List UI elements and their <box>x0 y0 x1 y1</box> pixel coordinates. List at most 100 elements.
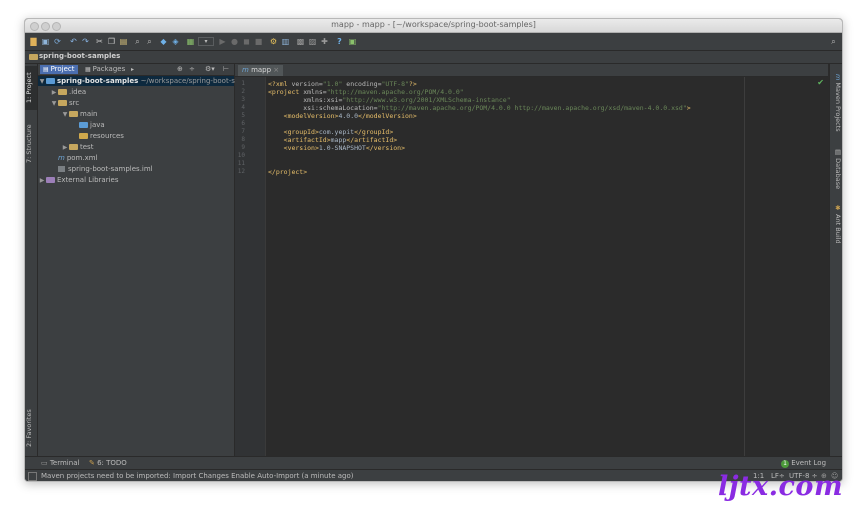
code-token: 4.0.0 <box>338 112 359 120</box>
project-panel: ▤ Project ▦ Packages ▸ ⊕ ÷ ⚙▾ ⊢ ▼ spring-… <box>38 64 235 456</box>
tree-item-src[interactable]: ▼ src <box>38 98 246 108</box>
tab-structure[interactable]: 7: Structure <box>25 116 37 172</box>
tab-database[interactable]: ▤ Database <box>831 148 842 189</box>
breadcrumb-project[interactable]: spring-boot-samples <box>39 52 120 60</box>
tab-packages-view[interactable]: ▦ Packages <box>82 65 128 74</box>
project-panel-header: ▤ Project ▦ Packages ▸ ⊕ ÷ ⚙▾ ⊢ <box>38 64 234 76</box>
close-tab-icon[interactable]: × <box>273 66 279 74</box>
hide-panel-icon[interactable]: ⊢ <box>220 65 232 74</box>
todo-icon: ✎ <box>89 459 98 467</box>
tab-event-log[interactable]: 1 Event Log <box>781 458 826 468</box>
search-icon[interactable]: ⌕ <box>829 37 838 46</box>
folder-icon <box>58 100 67 106</box>
expand-arrow[interactable]: ▶ <box>61 143 69 153</box>
save-icon[interactable]: ▣ <box>41 37 50 46</box>
expand-arrow[interactable]: ▶ <box>38 176 46 186</box>
code-token: xmlns:xsi= <box>268 96 343 104</box>
copy-icon[interactable]: ❐ <box>107 37 116 46</box>
tree-item-external-libraries[interactable]: ▶ External Libraries <box>38 175 234 185</box>
collapse-all-icon[interactable]: ÷ <box>186 65 198 74</box>
right-tool-strip: m Maven Projects ▤ Database ✱ Ant Build <box>829 64 842 456</box>
tree-label: External Libraries <box>57 176 119 184</box>
settings-icon[interactable]: ⚙ <box>269 37 278 46</box>
code-token: "UTF-8" <box>381 80 409 88</box>
maven-file-icon: m <box>242 66 249 74</box>
code-token: com.yepit <box>318 128 355 136</box>
coverage-icon[interactable]: ◼ <box>242 37 251 46</box>
gear-icon[interactable]: ⚙▾ <box>202 65 218 74</box>
code-token: <modelVersion> <box>268 112 339 120</box>
code-token: <?xml <box>268 80 292 88</box>
sync-icon[interactable]: ⟳ <box>53 37 62 46</box>
line-number: 9 <box>241 144 245 151</box>
left-tool-strip: 1: Project 7: Structure 2: Favorites <box>25 64 38 456</box>
code-token: <version> <box>268 144 319 152</box>
toggle-tool-windows-icon[interactable] <box>28 472 37 481</box>
scroll-from-source-icon[interactable]: ⊕ <box>174 65 186 74</box>
line-number: 10 <box>237 152 245 159</box>
code-line: <modelVersion>4.0.0</modelVersion> <box>268 112 417 120</box>
inspection-ok-icon: ✔ <box>817 78 824 87</box>
structure-icon[interactable]: ▥ <box>281 37 290 46</box>
tree-label: resources <box>90 132 124 140</box>
code-line: <version>1.0-SNAPSHOT</version> <box>268 144 405 152</box>
tree-label: java <box>90 121 105 129</box>
line-number-gutter: 1 2 3 4 5 6 7 8 9 10 11 12 <box>235 77 266 456</box>
trash-icon[interactable]: ▨ <box>308 37 317 46</box>
tab-project[interactable]: 1: Project <box>25 66 37 110</box>
tree-item-iml[interactable]: spring-boot-samples.iml <box>38 164 254 174</box>
make-icon[interactable]: ▦ <box>186 37 195 46</box>
code-line: <artifactId>mapp</artifactId> <box>268 136 398 144</box>
tree-label: spring-boot-samples.iml <box>68 165 153 173</box>
tree-item-pom[interactable]: m pom.xml <box>38 153 254 163</box>
code-token: "http://maven.apache.org/POM/4.0.0 http:… <box>377 104 687 112</box>
tree-item-root[interactable]: ▼ spring-boot-samples ~/workspace/spring-… <box>38 76 235 87</box>
undo-icon[interactable]: ↶ <box>69 37 78 46</box>
expand-arrow[interactable]: ▶ <box>50 88 58 98</box>
sdk-icon[interactable]: ▩ <box>296 37 305 46</box>
tree-path-suffix: ~/workspace/spring-boot-s <box>140 77 235 85</box>
line-number: 8 <box>241 136 245 143</box>
tab-ant-build[interactable]: ✱ Ant Build <box>831 204 842 244</box>
terminal-icon[interactable]: ▣ <box>348 37 357 46</box>
code-line: <project xmlns="http://maven.apache.org/… <box>268 88 464 96</box>
forward-icon[interactable]: ◈ <box>171 37 180 46</box>
line-number: 2 <box>241 88 245 95</box>
window-title: mapp - mapp - [~/workspace/spring-boot-s… <box>331 20 536 29</box>
ide-window: mapp - mapp - [~/workspace/spring-boot-s… <box>24 18 843 482</box>
debug-icon[interactable]: ● <box>230 37 239 46</box>
expand-arrow[interactable]: ▼ <box>38 77 46 87</box>
line-number: 4 <box>241 104 245 111</box>
code-token: ?> <box>408 80 417 88</box>
back-icon[interactable]: ◆ <box>159 37 168 46</box>
code-line: <?xml version="1.0" encoding="UTF-8"?> <box>268 80 417 88</box>
terminal-icon: ▭ <box>41 459 50 467</box>
tree-item-idea[interactable]: ▶ .idea <box>38 87 246 97</box>
code-line: </project> <box>268 168 307 176</box>
tab-todo[interactable]: ✎ 6: TODO <box>89 458 127 468</box>
plugin-icon[interactable]: ✚ <box>320 37 329 46</box>
replace-icon[interactable]: ⌕ <box>145 37 154 46</box>
open-folder-icon[interactable]: ▇ <box>29 37 38 46</box>
ant-icon: ✱ <box>834 204 842 215</box>
cut-icon[interactable]: ✂ <box>95 37 104 46</box>
stop-icon[interactable]: ■ <box>254 37 263 46</box>
title-bar: mapp - mapp - [~/workspace/spring-boot-s… <box>25 19 842 33</box>
find-icon[interactable]: ⌕ <box>133 37 142 46</box>
run-icon[interactable]: ▶ <box>218 37 227 46</box>
tab-maven-projects[interactable]: m Maven Projects <box>831 74 842 132</box>
redo-icon[interactable]: ↷ <box>81 37 90 46</box>
help-icon[interactable]: ? <box>335 37 344 46</box>
status-message[interactable]: Maven projects need to be imported: Impo… <box>41 471 353 481</box>
tab-mapp[interactable]: m mapp × <box>238 65 284 76</box>
more-tabs-icon[interactable]: ▸ <box>128 65 137 74</box>
expand-arrow[interactable]: ▼ <box>61 110 69 120</box>
tab-favorites[interactable]: 2: Favorites <box>25 404 37 452</box>
run-config-dropdown[interactable]: ▾ <box>198 37 214 46</box>
expand-arrow[interactable]: ▼ <box>50 99 58 109</box>
tab-project-view[interactable]: ▤ Project <box>40 65 78 74</box>
paste-icon[interactable]: ▤ <box>119 37 128 46</box>
tool-window-bar: ▭ Terminal ✎ 6: TODO 1 Event Log <box>25 456 842 469</box>
tab-terminal[interactable]: ▭ Terminal <box>41 458 79 468</box>
code-editor[interactable]: <?xml version="1.0" encoding="UTF-8"?> <p… <box>268 77 823 456</box>
